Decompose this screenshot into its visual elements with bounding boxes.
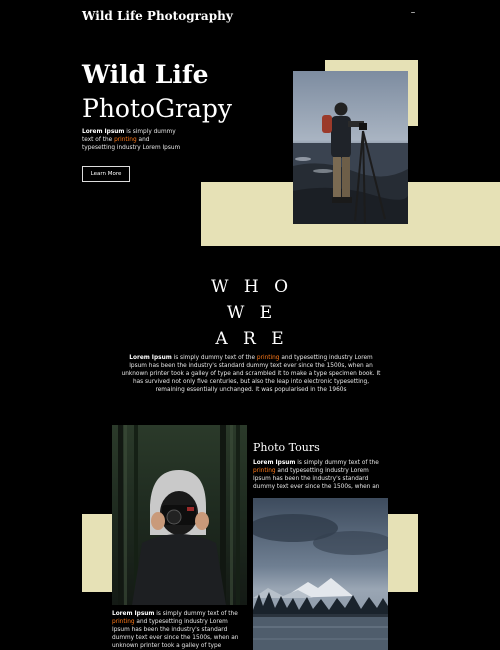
decor-block-right bbox=[386, 514, 418, 592]
desc-text: is simply dummy text of the bbox=[171, 355, 257, 361]
desc-bold: Lorem Ipsum bbox=[253, 460, 296, 466]
learn-more-button[interactable]: Learn More bbox=[82, 166, 130, 182]
section-heading-line3: A R E bbox=[215, 329, 289, 349]
desc-highlight: printing bbox=[112, 619, 135, 625]
about-description: Lorem Ipsum is simply dummy text of the … bbox=[120, 354, 382, 394]
hero-title-line1: Wild Life bbox=[82, 60, 209, 89]
photographer-image bbox=[293, 71, 408, 224]
desc-text: is simply dummy text of the bbox=[154, 611, 238, 617]
brand-title[interactable]: Wild Life Photography bbox=[82, 9, 233, 23]
hero-title-line2: PhotoGrapy bbox=[82, 94, 233, 123]
section-heading-line2: W E bbox=[226, 303, 278, 323]
desc-bold: Lorem Ipsum bbox=[112, 611, 155, 617]
bottom-description: Lorem Ipsum is simply dummy text of the … bbox=[112, 610, 247, 650]
desc-bold: Lorem Ipsum bbox=[82, 129, 125, 135]
desc-highlight: printing bbox=[114, 137, 137, 143]
tours-description: Lorem Ipsum is simply dummy text of the … bbox=[253, 459, 388, 491]
menu-icon[interactable]: – bbox=[408, 8, 418, 18]
hooded-photographer-image bbox=[112, 425, 247, 605]
hero-description: Lorem Ipsum is simply dummy text of the … bbox=[82, 128, 182, 152]
tours-title: Photo Tours bbox=[253, 441, 320, 454]
decor-block-left bbox=[82, 514, 115, 592]
section-heading-line1: W H O bbox=[210, 277, 294, 297]
desc-bold: Lorem Ipsum bbox=[129, 355, 172, 361]
desc-highlight: printing bbox=[256, 355, 280, 361]
mountain-lake-image bbox=[253, 498, 388, 650]
desc-highlight: printing bbox=[253, 468, 276, 474]
desc-text: is simply dummy text of the bbox=[295, 460, 379, 466]
